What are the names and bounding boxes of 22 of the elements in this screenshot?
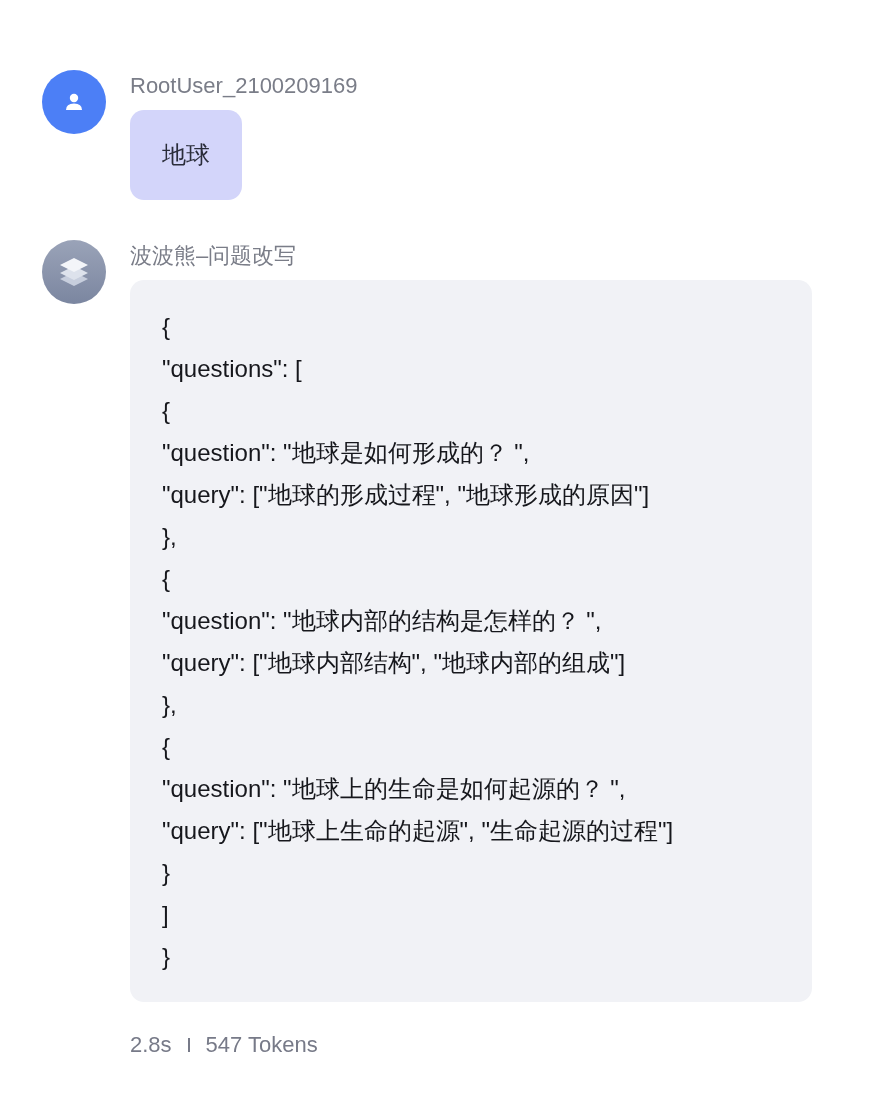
code-line: "question": "地球上的生命是如何起源的？ ", <box>162 774 627 804</box>
code-line: }, <box>162 522 178 552</box>
code-line: "query": ["地球的形成过程", "地球形成的原因"] <box>162 480 651 510</box>
code-line: "question": "地球是如何形成的？ ", <box>162 438 531 468</box>
token-count: 547 Tokens <box>205 1032 318 1058</box>
code-line: }, <box>162 690 178 720</box>
code-line: "questions": [ <box>162 354 303 384</box>
author-name: 波波熊–问题改写 <box>130 242 298 270</box>
message-bubble: 地球 <box>130 110 242 200</box>
duration-text: 2.8s <box>130 1032 172 1058</box>
code-line: "query": ["地球内部结构", "地球内部的组成"] <box>162 648 627 678</box>
code-line: { <box>162 312 171 342</box>
code-line: { <box>162 396 171 426</box>
author-name: RootUser_2100209169 <box>130 72 358 100</box>
code-line: } <box>162 942 171 972</box>
code-line: { <box>162 732 171 762</box>
code-line: "query": ["地球上生命的起源", "生命起源的过程"] <box>162 816 675 846</box>
code-line: { <box>162 564 171 594</box>
code-line: ] <box>162 900 170 930</box>
code-line: "question": "地球内部的结构是怎样的？ ", <box>162 606 603 636</box>
person-icon <box>64 92 84 112</box>
code-line: } <box>162 858 171 888</box>
